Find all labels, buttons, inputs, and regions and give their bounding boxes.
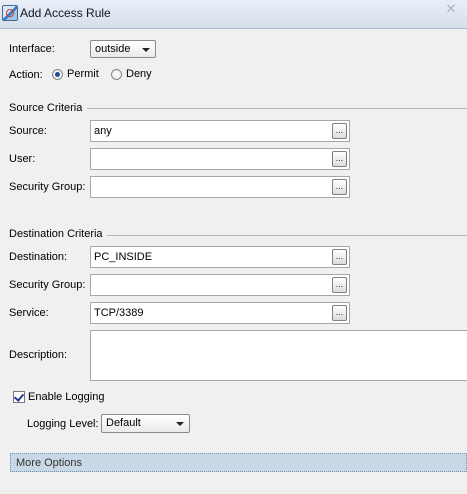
user-browse-button[interactable]: ... xyxy=(332,151,347,167)
source-browse-button[interactable]: ... xyxy=(332,123,347,139)
logging-level-value: Default xyxy=(106,417,141,429)
destination-security-group-browse-button[interactable]: ... xyxy=(332,277,347,293)
source-label: Source: xyxy=(9,125,47,137)
destination-security-group-label: Security Group: xyxy=(9,279,86,291)
source-security-group-label: Security Group: xyxy=(9,181,86,193)
app-icon xyxy=(2,5,18,21)
radio-selected-dot xyxy=(55,72,60,77)
interface-dropdown[interactable]: outside xyxy=(90,40,156,58)
source-value: any xyxy=(94,125,112,137)
chevron-down-icon xyxy=(142,48,150,52)
destination-label: Destination: xyxy=(9,251,68,263)
destination-value: PC_INSIDE xyxy=(94,251,153,263)
window-title: Add Access Rule xyxy=(20,6,111,20)
service-value: TCP/3389 xyxy=(94,307,144,319)
chevron-down-icon xyxy=(176,422,184,426)
description-label: Description: xyxy=(9,349,68,361)
action-label: Action: xyxy=(9,69,43,81)
source-security-group-field[interactable]: ... xyxy=(90,176,350,198)
section-divider xyxy=(87,108,467,109)
deny-radio[interactable] xyxy=(111,69,122,80)
destination-security-group-field[interactable]: ... xyxy=(90,274,350,296)
description-textarea[interactable] xyxy=(90,330,467,381)
service-label: Service: xyxy=(9,307,49,319)
user-field[interactable]: ... xyxy=(90,148,350,170)
logging-level-label: Logging Level: xyxy=(27,418,99,430)
title-bar: Add Access Rule ✕ xyxy=(0,0,467,29)
close-icon[interactable]: ✕ xyxy=(443,2,459,16)
service-field[interactable]: TCP/3389 ... xyxy=(90,302,350,324)
more-options-label: More Options xyxy=(16,457,83,469)
source-field[interactable]: any ... xyxy=(90,120,350,142)
user-label: User: xyxy=(9,153,36,165)
interface-value: outside xyxy=(95,43,131,55)
enable-logging-label[interactable]: Enable Logging xyxy=(28,391,104,403)
checkmark-icon xyxy=(13,391,25,402)
permit-radio[interactable] xyxy=(52,69,63,80)
deny-radio-label[interactable]: Deny xyxy=(126,68,152,80)
permit-radio-label[interactable]: Permit xyxy=(67,68,99,80)
destination-criteria-heading: Destination Criteria xyxy=(9,228,103,240)
destination-field[interactable]: PC_INSIDE ... xyxy=(90,246,350,268)
more-options-bar[interactable]: More Options xyxy=(10,453,467,472)
enable-logging-checkbox[interactable] xyxy=(13,391,25,403)
interface-label: Interface: xyxy=(9,43,55,55)
source-security-group-browse-button[interactable]: ... xyxy=(332,179,347,195)
section-divider xyxy=(107,235,467,236)
logging-level-dropdown[interactable]: Default xyxy=(101,414,190,433)
source-criteria-heading: Source Criteria xyxy=(9,102,83,114)
destination-browse-button[interactable]: ... xyxy=(332,249,347,265)
service-browse-button[interactable]: ... xyxy=(332,305,347,321)
